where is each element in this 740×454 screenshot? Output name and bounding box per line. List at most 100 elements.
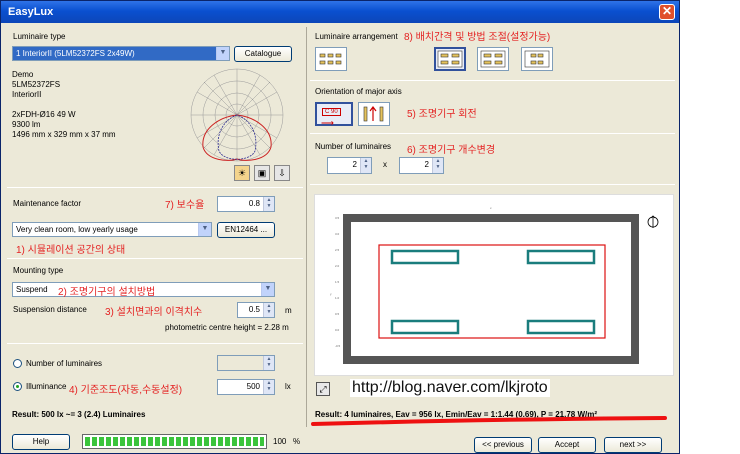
polar-distribution-diagram xyxy=(190,68,284,162)
arrangement-annotation: 8) 배치간격 및 방법 조절(설정가능) xyxy=(404,32,551,43)
svg-text:1.0: 1.0 xyxy=(335,296,340,300)
arrangement-icon xyxy=(437,50,463,68)
rotate-axis-button[interactable] xyxy=(358,102,390,126)
previous-button[interactable]: << previous xyxy=(474,437,532,453)
info-line: 1496 mm x 329 mm x 37 mm xyxy=(12,130,116,139)
photometric-centre-height: photometric centre height = 2.28 m xyxy=(165,323,289,332)
chevron-down-icon: ▼ xyxy=(261,283,274,296)
mounting-annotation: 2) 조명기구의 설치방법 xyxy=(58,287,156,298)
svg-text:2.0: 2.0 xyxy=(335,264,340,268)
maintenance-annotation: 7) 보수율 xyxy=(165,200,205,211)
rotate-axis-icon xyxy=(363,106,384,122)
layout-preview: 3.5 3.0 2.5 2.0 1.5 1.0 0.5 0.0 -0.5 x y xyxy=(314,194,674,376)
spinner-icon[interactable]: ▲ ▼ xyxy=(263,197,274,211)
arrangement-label: Luminaire arrangement xyxy=(315,32,398,41)
help-button[interactable]: Help xyxy=(12,434,70,450)
luminaires-x-value: 2 xyxy=(352,160,357,169)
illuminance-radio[interactable] xyxy=(13,382,22,391)
catalogue-button[interactable]: Catalogue xyxy=(234,46,292,62)
chevron-down-icon: ▼ xyxy=(216,47,229,60)
illuminance-input[interactable]: 500 ▲ ▼ xyxy=(217,379,275,395)
blog-url-watermark: http://blog.naver.com/lkjroto xyxy=(350,379,550,397)
printer-icon[interactable]: ▣ xyxy=(254,165,270,181)
export-icon[interactable]: ⇩ xyxy=(274,165,290,181)
luminaires-y-input[interactable]: 2 ▲ ▼ xyxy=(399,157,444,174)
window-title: EasyLux xyxy=(8,6,54,18)
progress-text: 100 xyxy=(273,437,287,446)
svg-text:0.0: 0.0 xyxy=(335,328,340,332)
svg-text:3.5: 3.5 xyxy=(335,216,340,220)
info-line: 9300 lm xyxy=(12,120,41,129)
accept-button[interactable]: Accept xyxy=(538,437,596,453)
suspension-unit: m xyxy=(285,306,292,315)
luminaires-y-value: 2 xyxy=(424,160,429,169)
info-line: 5LM52372FS xyxy=(12,80,61,89)
light-bulb-icon[interactable]: ☀ xyxy=(234,165,250,181)
arrangement-option-2[interactable] xyxy=(477,47,509,71)
red-underline-mark xyxy=(311,416,667,426)
maintenance-value: 0.8 xyxy=(248,199,260,208)
number-of-luminaires-input[interactable]: ▲ ▼ xyxy=(217,355,275,371)
luminaire-type-value: 1 InteriorII (5LM52372FS 2x49W) xyxy=(16,49,135,58)
rotate-c90-button[interactable]: C 90 ⟶ xyxy=(315,102,353,128)
chevron-down-icon: ▼ xyxy=(198,223,211,236)
info-line: Demo xyxy=(12,70,34,79)
grid-arrangement-icon xyxy=(319,53,342,65)
spinner-icon[interactable]: ▲ ▼ xyxy=(263,356,274,370)
illuminance-label: Illuminance xyxy=(26,382,67,391)
en12464-button[interactable]: EN12464 ... xyxy=(217,222,275,238)
times-label: x xyxy=(383,160,387,169)
illuminance-value: 500 xyxy=(246,382,260,391)
next-button[interactable]: next >> xyxy=(604,437,662,453)
title-bar[interactable]: EasyLux ✕ xyxy=(1,1,679,23)
svg-text:0.5: 0.5 xyxy=(335,312,340,316)
spinner-icon[interactable]: ▲ ▼ xyxy=(263,380,274,394)
illuminance-annotation: 4) 기준조도(자동,수동설정) xyxy=(69,385,183,396)
spinner-icon[interactable]: ▲ ▼ xyxy=(432,158,443,173)
arrangement-icon xyxy=(480,50,506,68)
orientation-annotation: 5) 조명기구 회전 xyxy=(407,109,477,120)
easylux-window: EasyLux ✕ Luminaire type 1 InteriorII (5… xyxy=(0,0,680,454)
maintenance-factor-input[interactable]: 0.8 ▲ ▼ xyxy=(217,196,275,212)
arrangement-option-grid[interactable] xyxy=(315,47,347,71)
mounting-value: Suspend xyxy=(16,285,48,294)
rotate-label: C 90 xyxy=(322,108,341,116)
room-condition-select[interactable]: Very clean room, low yearly usage ▼ xyxy=(12,222,212,237)
progress-bar xyxy=(82,434,267,449)
progress-percent: % xyxy=(293,437,301,446)
svg-text:-0.5: -0.5 xyxy=(335,344,341,348)
number-of-luminaires-label-right: Number of luminaires xyxy=(315,142,392,151)
svg-text:3.0: 3.0 xyxy=(335,232,340,236)
svg-text:y: y xyxy=(330,292,332,296)
suspension-annotation: 3) 설치면과의 이격치수 xyxy=(105,307,203,318)
arrangement-option-3[interactable] xyxy=(521,47,553,71)
suspension-distance-label: Suspension distance xyxy=(13,305,87,314)
number-annotation: 6) 조명기구 개수변경 xyxy=(407,145,496,156)
mounting-type-label: Mounting type xyxy=(13,266,64,275)
room-layout-diagram: 3.5 3.0 2.5 2.0 1.5 1.0 0.5 0.0 -0.5 x y xyxy=(330,206,659,364)
zoom-icon[interactable]: ⤢ xyxy=(316,382,330,396)
spinner-icon[interactable]: ▲ ▼ xyxy=(263,303,274,317)
suspension-value: 0.5 xyxy=(248,305,260,314)
number-of-luminaires-radio[interactable] xyxy=(13,359,22,368)
svg-text:1.5: 1.5 xyxy=(335,280,340,284)
illuminance-unit: lx xyxy=(285,382,291,391)
close-icon: ✕ xyxy=(661,4,673,18)
left-result: Result: 500 lx ~= 3 (2.4) Luminaires xyxy=(12,410,146,419)
info-line: 2xFDH-Ø16 49 W xyxy=(12,110,76,119)
luminaire-info: Demo 5LM52372FS InteriorII 2xFDH-Ø16 49 … xyxy=(12,70,116,140)
spinner-icon[interactable]: ▲ ▼ xyxy=(360,158,371,173)
arrangement-icon xyxy=(524,50,550,68)
close-button[interactable]: ✕ xyxy=(659,4,675,20)
suspension-distance-input[interactable]: 0.5 ▲ ▼ xyxy=(237,302,275,318)
number-of-luminaires-label: Number of luminaires xyxy=(26,359,103,368)
luminaire-type-select[interactable]: 1 InteriorII (5LM52372FS 2x49W) ▼ xyxy=(12,46,230,61)
luminaire-type-label: Luminaire type xyxy=(13,32,66,41)
luminaires-x-input[interactable]: 2 ▲ ▼ xyxy=(327,157,372,174)
orientation-label: Orientation of major axis xyxy=(315,87,402,96)
info-line: InteriorII xyxy=(12,90,42,99)
maintenance-factor-label: Maintenance factor xyxy=(13,199,82,208)
arrangement-option-1[interactable] xyxy=(434,47,466,71)
arrow-right-icon: ⟶ xyxy=(321,118,334,128)
svg-text:x: x xyxy=(490,206,492,210)
